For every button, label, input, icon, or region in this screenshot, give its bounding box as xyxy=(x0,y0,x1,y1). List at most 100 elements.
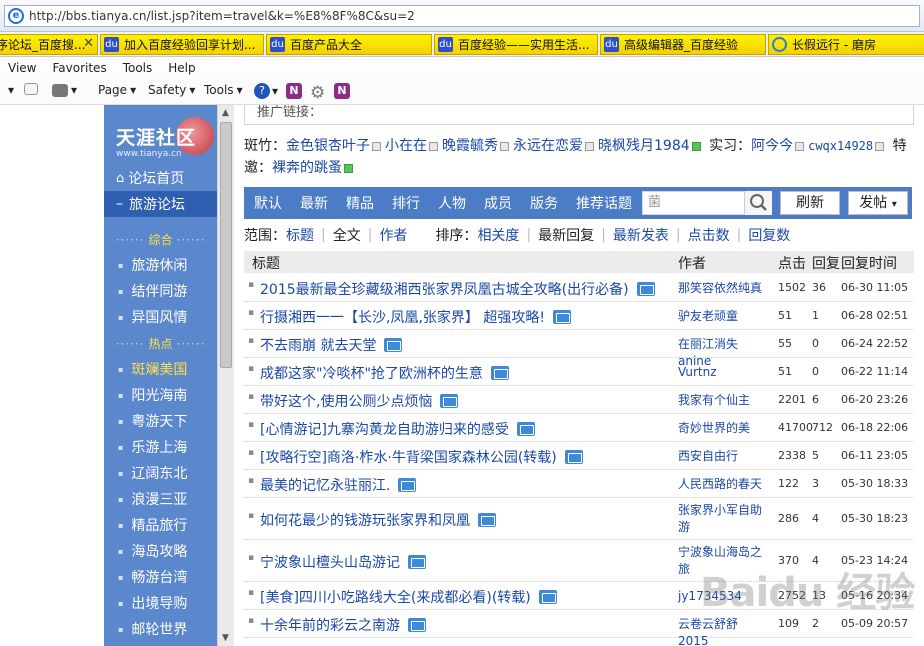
sidebar-scrollbar[interactable]: ▲ ▼ xyxy=(217,105,234,646)
menu-favorites[interactable]: Favorites xyxy=(44,61,114,75)
intern-link[interactable]: cwqx14928 xyxy=(808,139,873,153)
sidebar-item-guangdong[interactable]: ▪ 粤游天下 xyxy=(118,410,187,432)
scrollbar-thumb[interactable] xyxy=(220,122,232,368)
moderator-link[interactable]: 晚霞毓秀 xyxy=(442,138,498,154)
moderator-link[interactable]: 永远在恋爱 xyxy=(513,138,583,154)
sidebar-item-home[interactable]: ⌂ 论坛首页 xyxy=(104,165,217,191)
thread-author[interactable]: 云卷云舒舒2015 xyxy=(678,616,768,646)
sidebar-item-taiwan[interactable]: ▪ 畅游台湾 xyxy=(118,566,187,588)
thread-author[interactable]: 人民西路的春天 xyxy=(678,476,768,493)
close-icon[interactable]: ✕ xyxy=(83,36,94,51)
sort-latest-reply-link[interactable]: 最新回复 xyxy=(538,225,594,245)
sidebar-item-premium[interactable]: ▪ 精品旅行 xyxy=(118,514,187,536)
tab-latest[interactable]: 最新 xyxy=(290,193,336,213)
sidebar-item-sanya[interactable]: ▪ 浪漫三亚 xyxy=(118,488,187,510)
sidebar-item-exotic[interactable]: ▪ 异国风情 xyxy=(118,306,187,328)
thread-title[interactable]: 如何花最少的钱游玩张家界和凤凰 xyxy=(260,510,668,530)
sidebar-item-leisure[interactable]: ▪ 旅游休闲 xyxy=(118,254,187,276)
sidebar-item-outbound[interactable]: ▪ 出境导购 xyxy=(118,592,187,614)
range-author-link[interactable]: 作者 xyxy=(379,225,407,245)
thread-author[interactable]: 我家有个仙主 xyxy=(678,392,768,409)
sidebar-item-companions[interactable]: ▪ 结伴同游 xyxy=(118,280,187,302)
thread-title[interactable]: 行摄湘西一一【长沙,凤凰,张家界】 超强攻略! xyxy=(260,307,668,327)
tab-members[interactable]: 成员 xyxy=(474,193,520,213)
sort-replies-link[interactable]: 回复数 xyxy=(748,225,790,245)
sidebar-item-shanghai[interactable]: ▪ 乐游上海 xyxy=(118,436,187,458)
favorite-tab-2[interactable]: du 加入百度经验回享计划... xyxy=(100,34,264,55)
thread-author[interactable]: 驴友老顽童 xyxy=(678,308,768,325)
thread-title[interactable]: [心情游记]九寨沟黄龙自助游归来的感受 xyxy=(260,419,668,439)
sort-latest-post-link[interactable]: 最新发表 xyxy=(613,225,669,245)
table-row[interactable]: ▪ 带好这个,使用公厕少点烦恼 我家有个仙主 2201 6 06-20 23:26 xyxy=(244,386,914,414)
thread-author[interactable]: 张家界小军自助游 xyxy=(678,502,768,536)
table-row[interactable]: ▪ 行摄湘西一一【长沙,凤凰,张家界】 超强攻略! 驴友老顽童 51 1 06-28 02… xyxy=(244,302,914,330)
tab-people[interactable]: 人物 xyxy=(428,193,474,213)
thread-title[interactable]: 2015最新最全珍藏级湘西张家界凤凰古城全攻略(出行必备) xyxy=(260,279,668,299)
print-icon[interactable]: ▾ xyxy=(52,83,77,97)
help-icon[interactable]: ? ▾ xyxy=(254,83,278,99)
moderator-link[interactable]: 晓枫残月1984 xyxy=(598,138,690,154)
gear-icon[interactable]: ⚙ xyxy=(310,83,325,103)
favorite-tab-1[interactable]: 序论坛_百度搜... ✕ xyxy=(0,34,98,55)
onenote-icon[interactable]: N xyxy=(286,83,302,99)
tab-default[interactable]: 默认 xyxy=(244,193,290,213)
thread-title[interactable]: 宁波象山檀头山岛游记 xyxy=(260,552,668,572)
scroll-up-icon[interactable]: ▲ xyxy=(222,108,229,118)
favorite-tab-4[interactable]: du 百度经验——实用生活... xyxy=(434,34,598,55)
favorite-tab-5[interactable]: du 高级编辑器_百度经验 xyxy=(600,34,766,55)
table-row[interactable]: ▪ [攻略行空]商洛·柞水·牛背梁国家森林公园(转载) 西安自由行 2338 5 06-1… xyxy=(244,442,914,470)
thread-title[interactable]: 十余年前的彩云之南游 xyxy=(260,615,668,635)
moderator-link[interactable]: 小在在 xyxy=(385,138,427,154)
menu-tools[interactable]: Tools xyxy=(115,61,161,75)
sidebar-item-travel[interactable]: – 旅游论坛 xyxy=(104,191,217,217)
sort-clicks-link[interactable]: 点击数 xyxy=(688,225,730,245)
tab-featured[interactable]: 精品 xyxy=(336,193,382,213)
table-row[interactable]: ▪ [心情游记]九寨沟黄龙自助游归来的感受 奇妙世界的美 41700 712 06-18 … xyxy=(244,414,914,442)
safety-menu[interactable]: Safety ▾ xyxy=(148,83,195,97)
sidebar-item-islands[interactable]: ▪ 海岛攻略 xyxy=(118,540,187,562)
tianya-logo[interactable]: 天涯社区 www.tianya.cn xyxy=(110,115,214,165)
thread-title[interactable]: 最美的记忆永驻丽江. xyxy=(260,475,668,495)
tools-menu[interactable]: Tools ▾ xyxy=(204,83,243,97)
tab-recommended[interactable]: 推荐话题 xyxy=(566,193,640,213)
thread-title[interactable]: [攻略行空]商洛·柞水·牛背梁国家森林公园(转载) xyxy=(260,447,668,467)
moderator-link[interactable]: 金色银杏叶子 xyxy=(286,138,370,154)
thread-title[interactable]: 成都这家"冷啖杯"抢了欧洲杯的生意 xyxy=(260,363,668,383)
tab-ranking[interactable]: 排行 xyxy=(382,193,428,213)
range-fulltext-link[interactable]: 全文 xyxy=(333,225,361,245)
favorite-tab-6[interactable]: 长假远行 - 磨房 xyxy=(768,34,924,55)
feeds-icon[interactable] xyxy=(24,83,38,95)
sidebar-item-cruise[interactable]: ▪ 邮轮世界 xyxy=(118,618,187,640)
table-row[interactable]: ▪ 成都这家"冷啖杯"抢了欧洲杯的生意 Vurtnz 51 0 06-22 11:14 xyxy=(244,358,914,386)
table-row[interactable]: ▪ 2015最新最全珍藏级湘西张家界凤凰古城全攻略(出行必备) 那笑容依然纯真 150… xyxy=(244,274,914,302)
tab-admin[interactable]: 版务 xyxy=(520,193,566,213)
sidebar-item-usa[interactable]: ▪ 斑斓美国 xyxy=(118,358,187,380)
url-field[interactable]: e http://bbs.tianya.cn/list.jsp?item=tra… xyxy=(4,5,920,27)
range-title-link[interactable]: 标题 xyxy=(286,225,314,245)
invite-link[interactable]: 裸奔的跳蚤 xyxy=(272,160,342,176)
scroll-down-icon[interactable]: ▼ xyxy=(222,633,229,643)
thread-author[interactable]: 西安自由行 xyxy=(678,448,768,465)
sidebar-item-hainan[interactable]: ▪ 阳光海南 xyxy=(118,384,187,406)
thread-author[interactable]: 那笑容依然纯真 xyxy=(678,280,768,297)
thread-author[interactable]: 奇妙世界的美 xyxy=(678,420,768,437)
post-button[interactable]: 发帖 ▾ xyxy=(848,191,908,215)
page-menu[interactable]: Page ▾ xyxy=(98,83,136,97)
sort-relevance-link[interactable]: 相关度 xyxy=(477,225,519,245)
favorite-tab-3[interactable]: du 百度产品大全 xyxy=(266,34,432,55)
table-row[interactable]: ▪ 最美的记忆永驻丽江. 人民西路的春天 122 3 05-30 18:33 xyxy=(244,470,914,498)
home-dropdown-icon[interactable]: ▾ xyxy=(8,83,14,97)
thread-title[interactable]: 不去雨崩 就去天堂 xyxy=(260,335,668,355)
refresh-button[interactable]: 刷新 xyxy=(780,191,840,215)
thread-title[interactable]: 带好这个,使用公厕少点烦恼 xyxy=(260,391,668,411)
search-button[interactable] xyxy=(744,191,772,215)
intern-link[interactable]: 阿今今 xyxy=(751,138,793,154)
table-row[interactable]: ▪ 如何花最少的钱游玩张家界和凤凰 张家界小军自助游 286 4 05-30 18:23 xyxy=(244,498,914,540)
sidebar-item-northeast[interactable]: ▪ 辽阔东北 xyxy=(118,462,187,484)
thread-title[interactable]: [美食]四川小吃路线大全(来成都必看)(转载) xyxy=(260,587,668,607)
onenote-icon[interactable]: N xyxy=(334,83,350,99)
table-row[interactable]: ▪ 不去雨崩 就去天堂 在丽江消失anine 55 0 06-24 22:52 xyxy=(244,330,914,368)
menu-view[interactable]: View xyxy=(0,61,44,75)
menu-help[interactable]: Help xyxy=(160,61,203,75)
thread-author[interactable]: Vurtnz xyxy=(678,364,768,381)
